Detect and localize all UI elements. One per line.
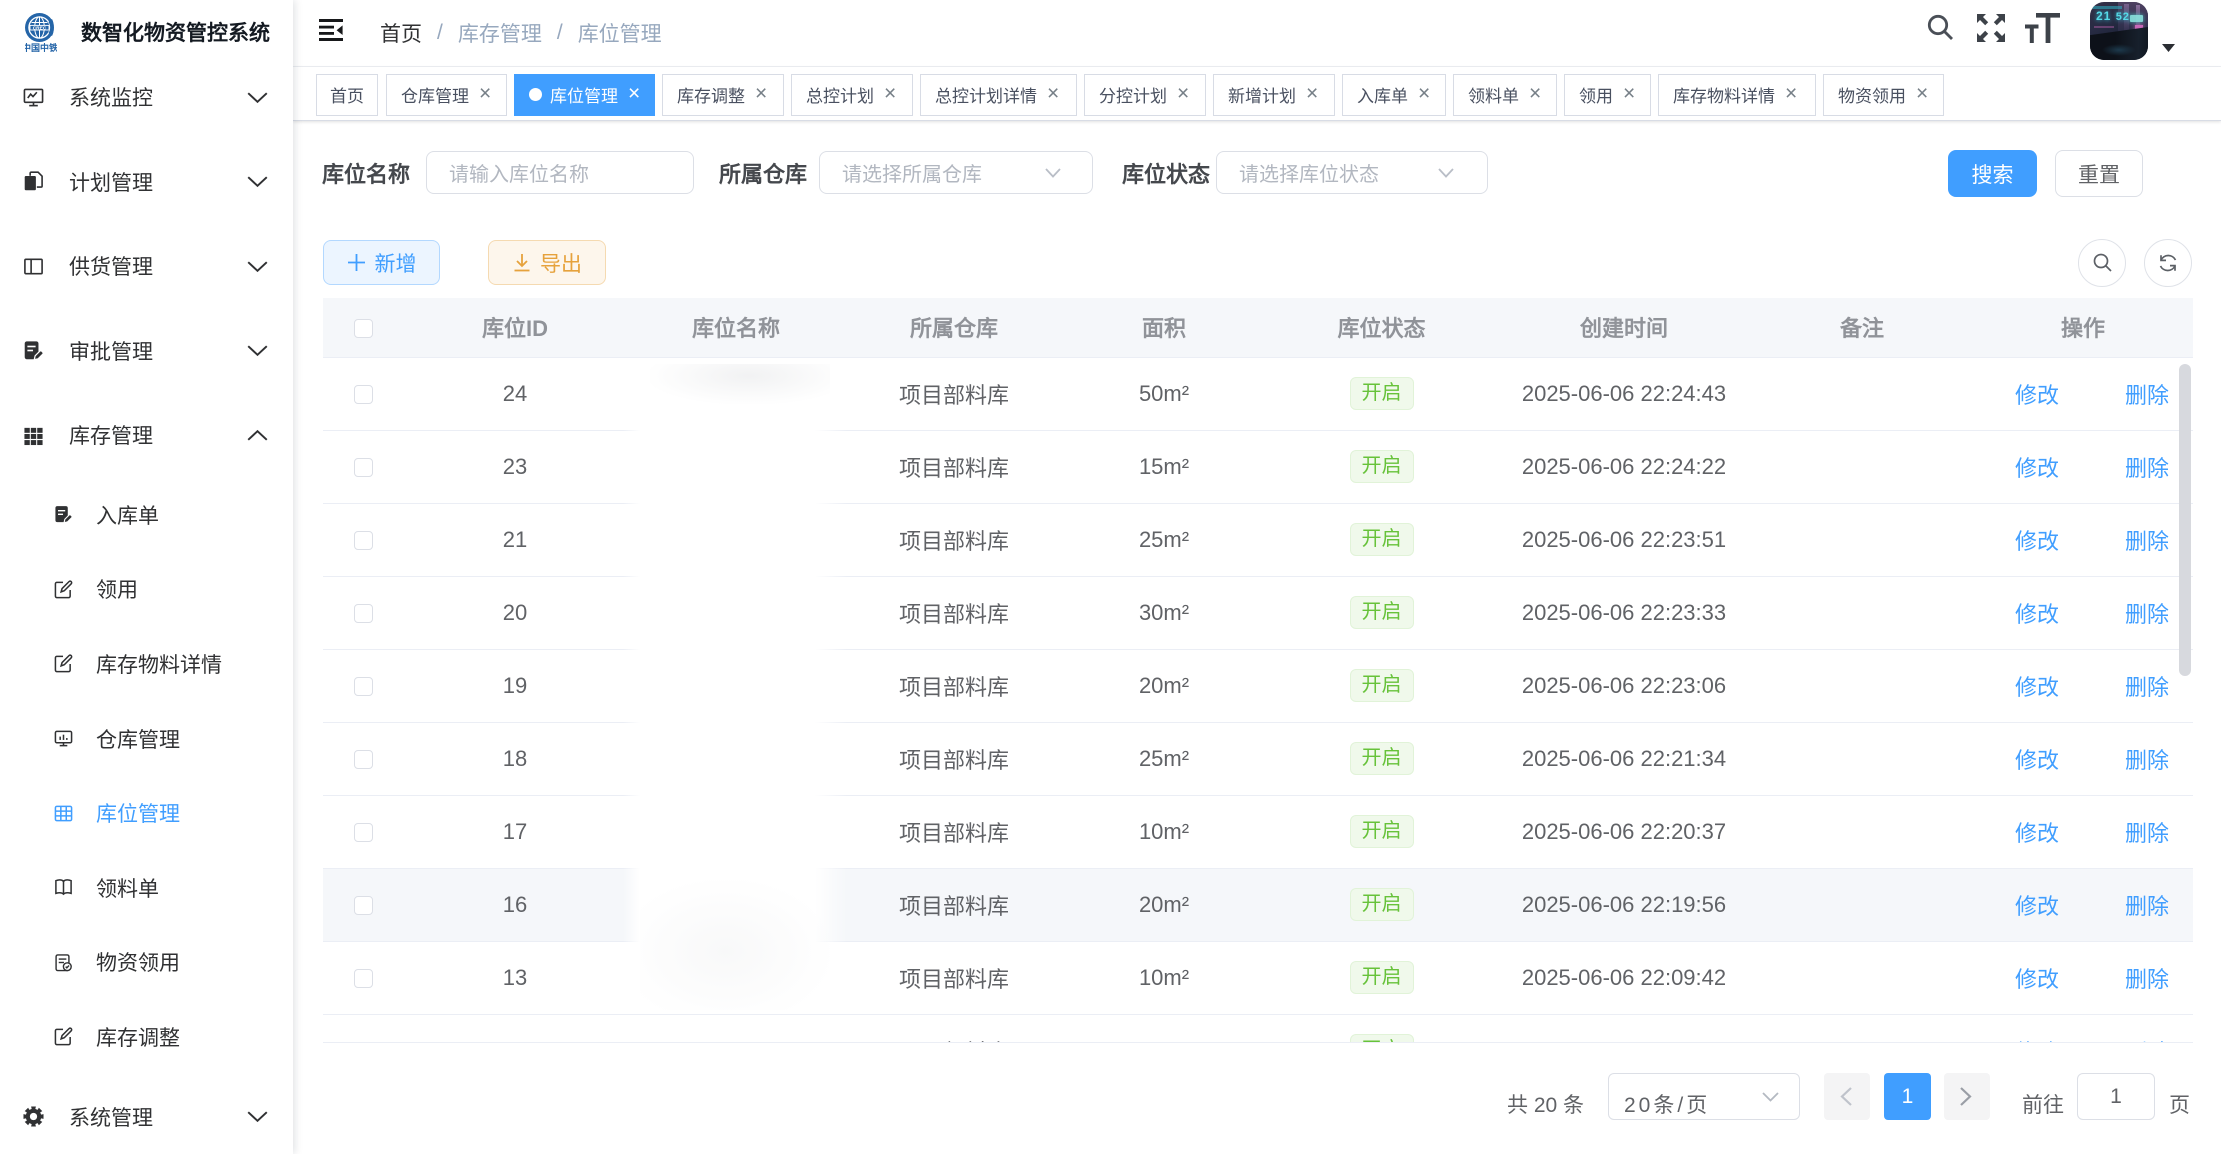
svg-text:中国中铁: 中国中铁	[25, 42, 57, 52]
svg-text:CREC: CREC	[33, 25, 47, 31]
